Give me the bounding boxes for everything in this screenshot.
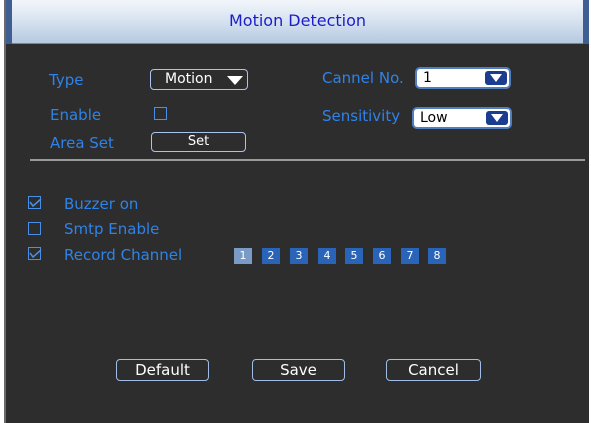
smtp-label: Smtp Enable (64, 220, 160, 238)
checkmark-icon (29, 249, 42, 259)
area-set-label: Area Set (50, 134, 114, 152)
record-channel-checkbox[interactable] (28, 247, 42, 260)
save-button[interactable]: Save (252, 359, 345, 381)
chevron-down-icon (491, 114, 503, 122)
area-set-button[interactable]: Set (151, 132, 246, 152)
channel-4-toggle[interactable]: 4 (318, 248, 336, 264)
default-button[interactable]: Default (116, 359, 209, 381)
motion-detection-dialog: Motion Detection Type Motion Enable Area… (4, 0, 589, 423)
sensitivity-select[interactable]: Low (412, 107, 512, 129)
enable-label: Enable (50, 106, 102, 124)
buzzer-label: Buzzer on (64, 195, 139, 213)
cancel-button[interactable]: Cancel (386, 359, 481, 381)
type-select[interactable]: Motion (150, 69, 248, 90)
channel-dropdown-arrow (485, 71, 507, 85)
type-select-value: Motion (165, 71, 213, 87)
channel-no-select[interactable]: 1 (415, 67, 511, 89)
channel-no-label: Cannel No. (322, 69, 404, 87)
chevron-down-icon (227, 76, 243, 85)
dialog-title: Motion Detection (228, 11, 367, 30)
channel-3-toggle[interactable]: 3 (290, 248, 308, 264)
channel-5-toggle[interactable]: 5 (345, 248, 363, 264)
chevron-down-icon (490, 74, 502, 82)
channel-8-toggle[interactable]: 8 (428, 248, 446, 264)
sensitivity-value: Low (420, 110, 448, 126)
channel-1-toggle[interactable]: 1 (234, 248, 252, 264)
record-channel-label: Record Channel (64, 246, 183, 264)
channel-7-toggle[interactable]: 7 (401, 248, 419, 264)
type-label: Type (49, 71, 84, 89)
title-bar: Motion Detection (6, 0, 589, 44)
channel-no-value: 1 (423, 70, 432, 86)
smtp-checkbox[interactable] (28, 222, 41, 235)
section-divider (30, 159, 585, 161)
channel-2-toggle[interactable]: 2 (262, 248, 280, 264)
buzzer-checkbox[interactable] (28, 196, 42, 209)
sensitivity-label: Sensitivity (322, 107, 401, 125)
channel-6-toggle[interactable]: 6 (373, 248, 391, 264)
sensitivity-dropdown-arrow (486, 111, 508, 125)
checkmark-icon (29, 198, 42, 208)
enable-checkbox[interactable] (154, 107, 167, 120)
